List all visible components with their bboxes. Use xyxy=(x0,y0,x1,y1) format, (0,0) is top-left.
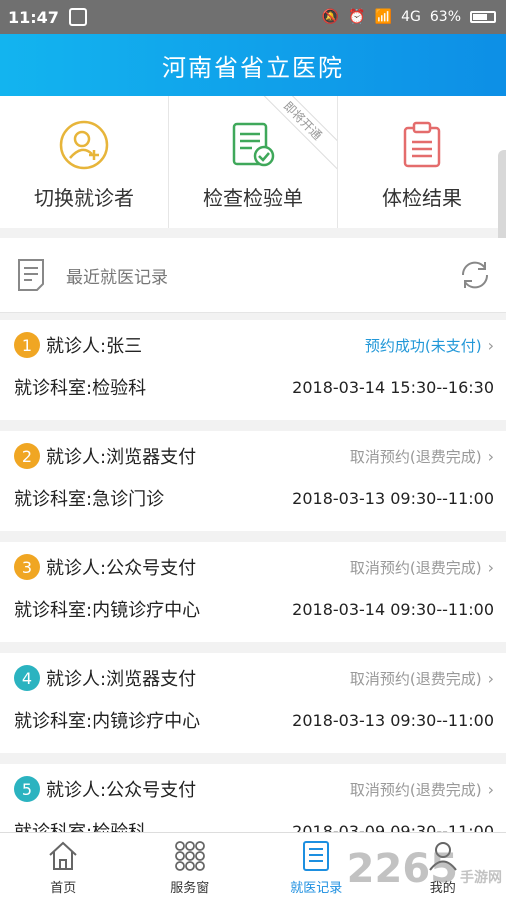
wifi-icon: 📶 xyxy=(375,9,392,25)
tab-label: 就医记录 xyxy=(290,877,342,896)
record-status: 预约成功(未支付) xyxy=(365,335,482,356)
patient-name: 就诊人:公众号支付 xyxy=(46,554,196,580)
grid-icon xyxy=(173,839,207,873)
patient-name: 就诊人:公众号支付 xyxy=(46,776,196,802)
coming-soon-ribbon: 即将开通 xyxy=(257,96,337,176)
appointment-time: 2018-03-14 15:30--16:30 xyxy=(292,378,494,397)
department: 就诊科室:内镜诊疗中心 xyxy=(14,596,200,622)
appointment-time: 2018-03-14 09:30--11:00 xyxy=(292,600,494,619)
alarm-icon: ⏰ xyxy=(348,9,365,25)
battery-label: 63% xyxy=(430,9,461,25)
document-icon xyxy=(16,258,46,292)
watermark-logo: 2265手游网 xyxy=(347,846,502,892)
battery-icon xyxy=(470,11,496,23)
user-plus-icon xyxy=(59,120,109,170)
record-number-badge: 5 xyxy=(14,776,40,802)
record-number-badge: 3 xyxy=(14,554,40,580)
app-header: 河南省省立医院 xyxy=(0,34,506,96)
department: 就诊科室:急诊门诊 xyxy=(14,485,164,511)
physical-exam-button[interactable]: 体检结果 xyxy=(337,96,506,228)
mute-icon: 🔕 xyxy=(322,9,339,25)
feature-label: 检查检验单 xyxy=(203,182,303,211)
records-icon xyxy=(299,839,333,873)
chevron-right-icon: › xyxy=(488,558,494,577)
record-status: 取消预约(退费完成) xyxy=(350,446,482,467)
patient-name: 就诊人:浏览器支付 xyxy=(46,665,196,691)
record-number-badge: 2 xyxy=(14,443,40,469)
screenshot-icon xyxy=(69,8,87,26)
status-bar: 11:47 🔕 ⏰ 📶 4G 63% xyxy=(0,0,506,34)
record-card[interactable]: 4 就诊人:浏览器支付 取消预约(退费完成) › 就诊科室:内镜诊疗中心 201… xyxy=(0,653,506,753)
record-card[interactable]: 3 就诊人:公众号支付 取消预约(退费完成) › 就诊科室:内镜诊疗中心 201… xyxy=(0,542,506,642)
appointment-time: 2018-03-13 09:30--11:00 xyxy=(292,711,494,730)
record-list: 1 就诊人:张三 预约成功(未支付) › 就诊科室:检验科 2018-03-14… xyxy=(0,320,506,875)
recent-records-bar: 最近就医记录 xyxy=(0,238,506,313)
recent-label: 最近就医记录 xyxy=(66,263,168,288)
home-icon xyxy=(46,839,80,873)
tab-label: 首页 xyxy=(50,877,76,896)
feature-row: 切换就诊者 即将开通 检查检验单 体检结果 xyxy=(0,96,506,228)
check-report-button[interactable]: 即将开通 检查检验单 xyxy=(168,96,337,228)
chevron-right-icon: › xyxy=(488,780,494,799)
chevron-right-icon: › xyxy=(488,669,494,688)
department: 就诊科室:检验科 xyxy=(14,374,146,400)
refresh-icon[interactable] xyxy=(458,258,492,292)
record-status: 取消预约(退费完成) xyxy=(350,557,482,578)
network-label: 4G xyxy=(401,9,421,25)
record-number-badge: 4 xyxy=(14,665,40,691)
status-right: 🔕 ⏰ 📶 4G 63% xyxy=(322,9,496,25)
patient-name: 就诊人:张三 xyxy=(46,332,142,358)
patient-name: 就诊人:浏览器支付 xyxy=(46,443,196,469)
page-title: 河南省省立医院 xyxy=(162,48,344,83)
tab-label: 服务窗 xyxy=(170,877,209,896)
clipboard-icon xyxy=(397,120,447,170)
department: 就诊科室:内镜诊疗中心 xyxy=(14,707,200,733)
chevron-right-icon: › xyxy=(488,336,494,355)
switch-patient-button[interactable]: 切换就诊者 xyxy=(0,96,168,228)
status-time: 11:47 xyxy=(8,8,59,27)
record-card[interactable]: 1 就诊人:张三 预约成功(未支付) › 就诊科室:检验科 2018-03-14… xyxy=(0,320,506,420)
record-number-badge: 1 xyxy=(14,332,40,358)
tab-services[interactable]: 服务窗 xyxy=(127,833,254,901)
feature-label: 切换就诊者 xyxy=(34,182,134,211)
chevron-right-icon: › xyxy=(488,447,494,466)
appointment-time: 2018-03-13 09:30--11:00 xyxy=(292,489,494,508)
record-status: 取消预约(退费完成) xyxy=(350,779,482,800)
tab-home[interactable]: 首页 xyxy=(0,833,127,901)
record-status: 取消预约(退费完成) xyxy=(350,668,482,689)
record-card[interactable]: 2 就诊人:浏览器支付 取消预约(退费完成) › 就诊科室:急诊门诊 2018-… xyxy=(0,431,506,531)
feature-label: 体检结果 xyxy=(382,182,462,211)
